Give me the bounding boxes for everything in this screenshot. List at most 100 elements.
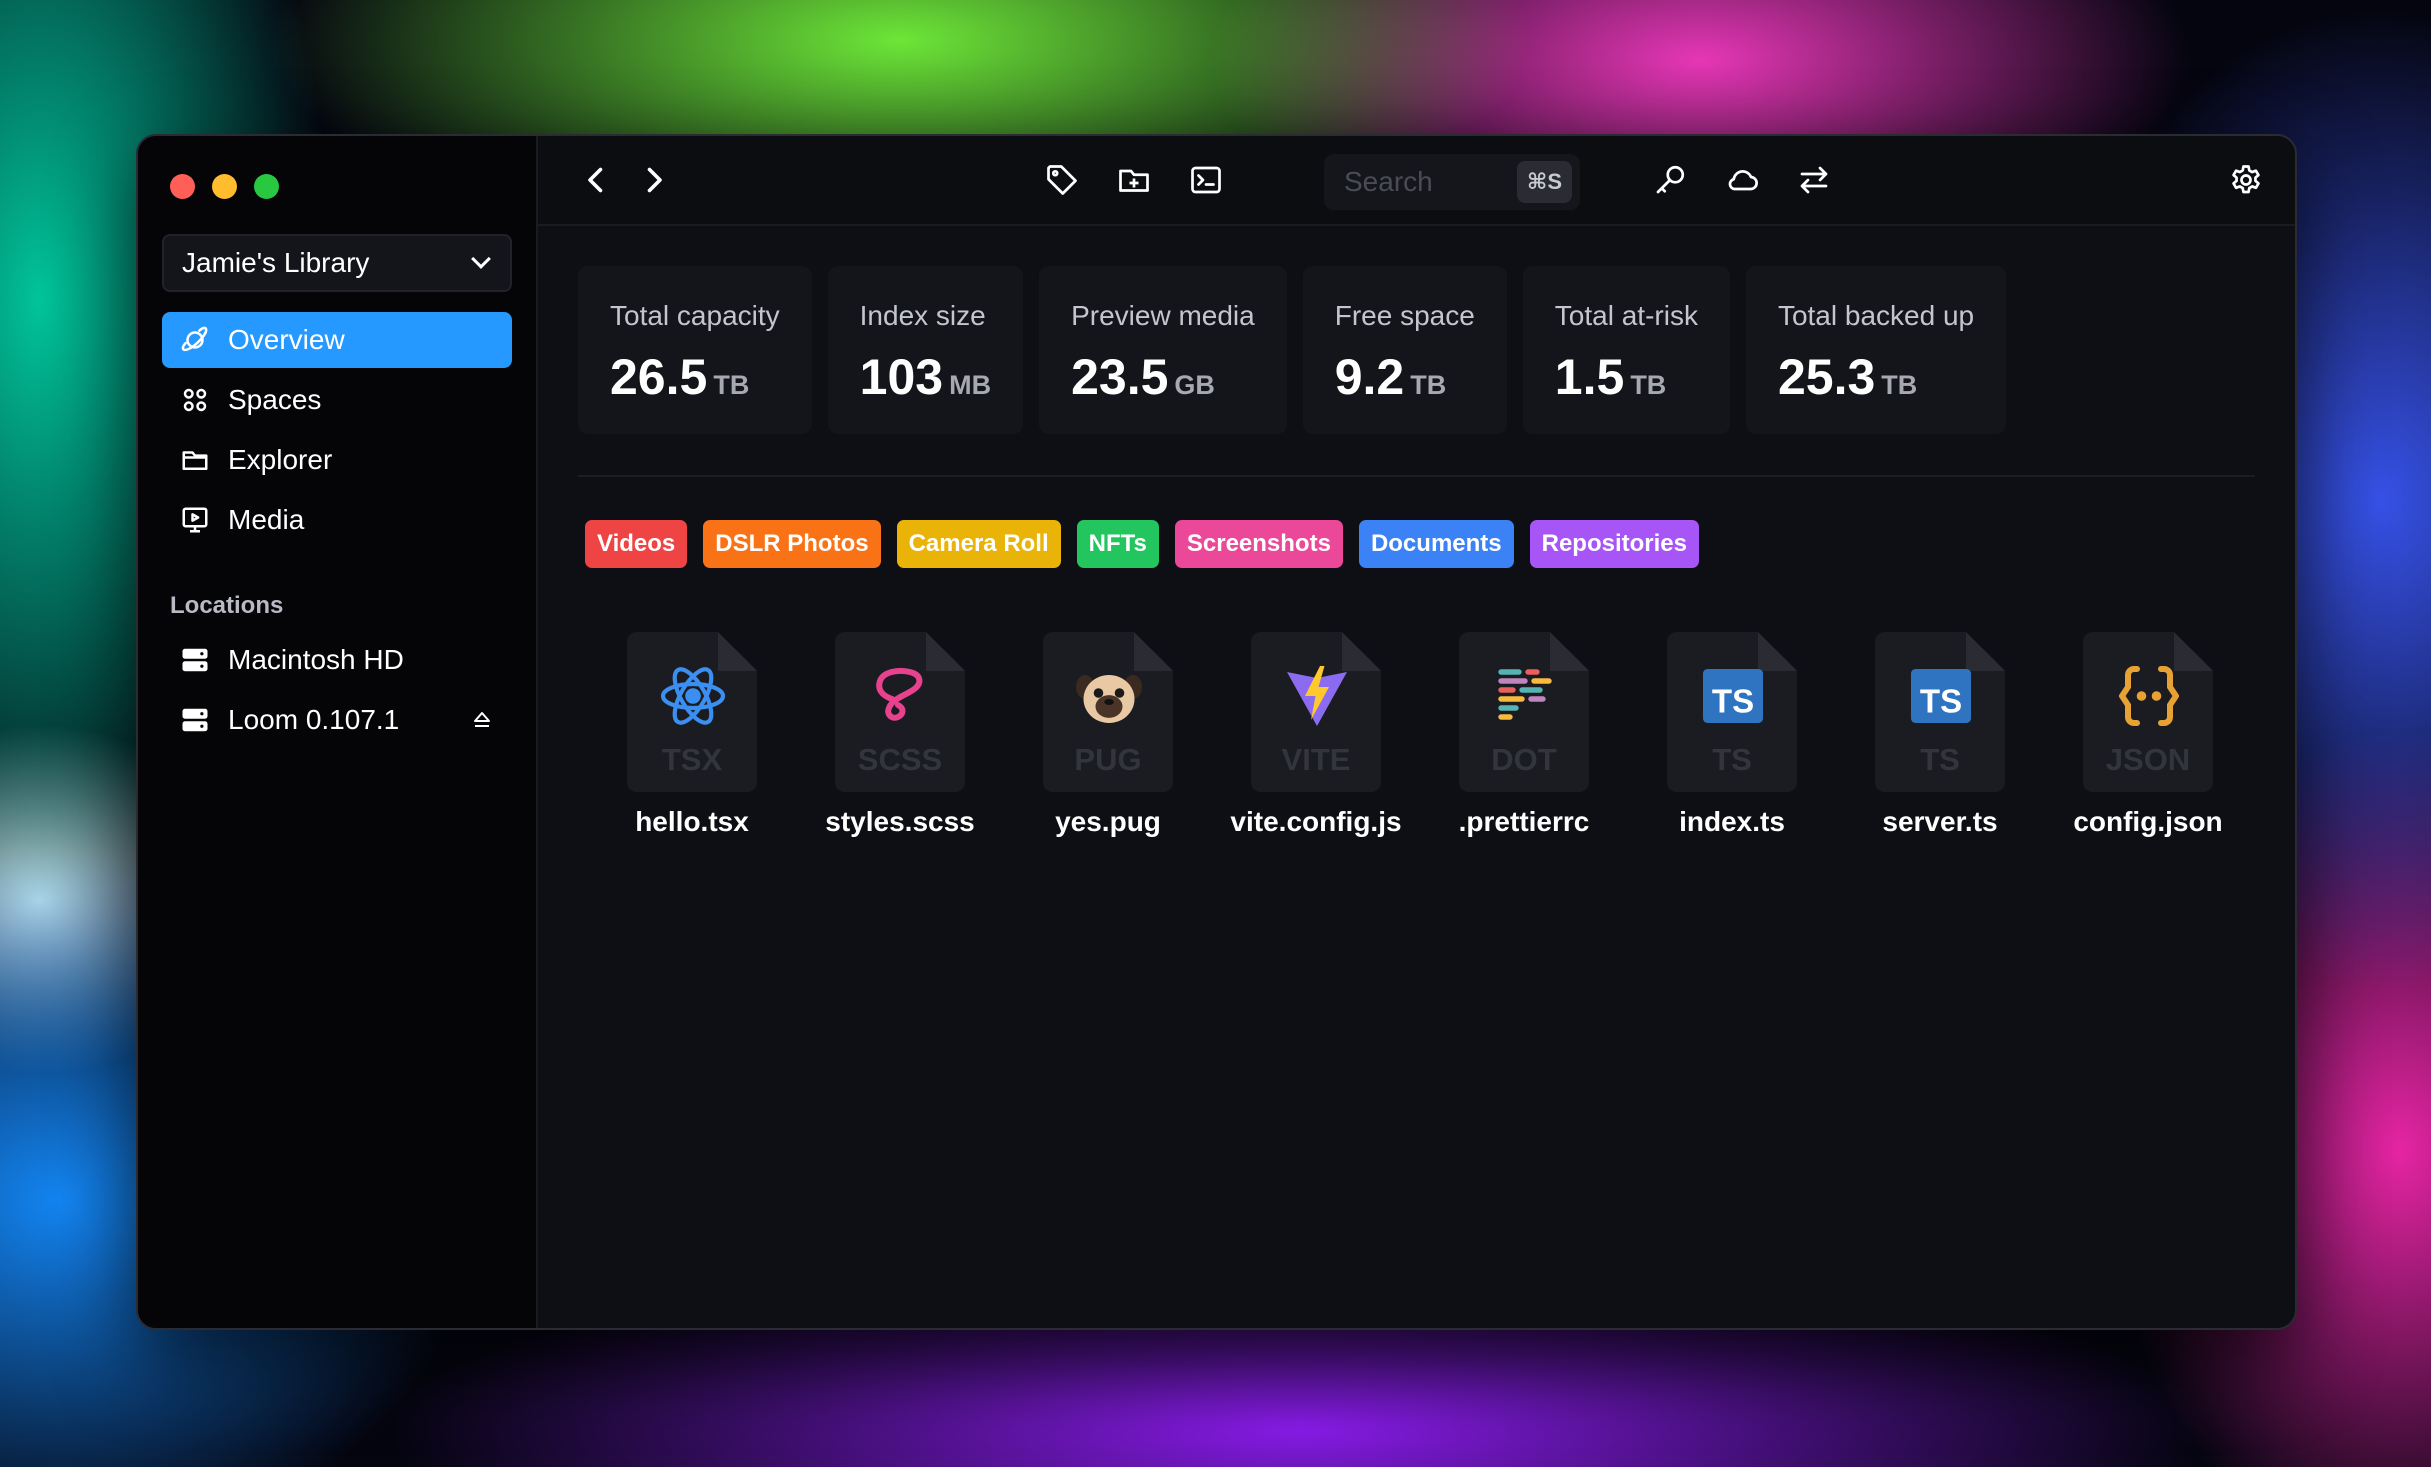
stat-card-total-backed-up: Total backed up 25.3 TB (1745, 266, 2007, 434)
file-ext-label: SCSS (857, 742, 943, 777)
stat-value-wrap: 103 MB (860, 348, 991, 406)
file-ext-label: PUG (1074, 742, 1142, 777)
settings-button[interactable] (2224, 158, 2268, 202)
cloud-icon (1728, 170, 1758, 191)
sidebar-nav: Overview Spaces Explorer Media (162, 312, 512, 552)
drive-icon (182, 708, 208, 732)
pug-icon (1076, 675, 1142, 723)
file-item[interactable]: SCSS styles.scss (796, 632, 1004, 838)
close-window-button[interactable] (170, 174, 195, 199)
stat-value: 23.5 (1071, 349, 1169, 405)
key-button[interactable] (1648, 158, 1692, 202)
file-thumbnail: PUG (1043, 632, 1173, 792)
search-shortcut-badge: ⌘S (1516, 161, 1572, 203)
window-controls (170, 174, 279, 199)
forward-icon (647, 167, 662, 193)
file-name: .prettierrc (1458, 806, 1590, 837)
file-name: server.ts (1882, 806, 1998, 837)
file-thumbnail: JSON (2083, 632, 2213, 792)
forward-button[interactable] (632, 158, 676, 202)
file-thumbnail: TS TS (1875, 632, 2005, 792)
tag-list: Videos DSLR Photos Camera Roll NFTs Scre… (585, 520, 1699, 568)
chevron-down-icon (471, 249, 491, 269)
key-icon (1656, 165, 1685, 194)
minimize-window-button[interactable] (212, 174, 237, 199)
cloud-button[interactable] (1720, 158, 1764, 202)
file-ext-label: VITE (1281, 742, 1351, 777)
file-name: styles.scss (825, 806, 975, 837)
library-name: Jamie's Library (182, 247, 370, 278)
sync-button[interactable] (1792, 158, 1836, 202)
stat-card-index-size: Index size 103 MB (827, 266, 1024, 434)
search-bar[interactable]: ⌘S (1324, 154, 1580, 210)
svg-text:TS: TS (1920, 683, 1962, 720)
tag-camera-roll[interactable]: Camera Roll (896, 520, 1061, 568)
tag-button[interactable] (1040, 158, 1084, 202)
file-item[interactable]: PUG yes.pug (1004, 632, 1212, 838)
tag-dslr-photos[interactable]: DSLR Photos (703, 520, 881, 568)
zoom-window-button[interactable] (254, 174, 279, 199)
location-item-loom[interactable]: Loom 0.107.1 (162, 690, 512, 750)
tag-videos[interactable]: Videos (585, 520, 688, 568)
file-item[interactable]: DOT .prettierrc (1420, 632, 1628, 838)
stat-card-preview-media: Preview media 23.5 GB (1039, 266, 1287, 434)
tag-screenshots[interactable]: Screenshots (1174, 520, 1343, 568)
library-switcher[interactable]: Jamie's Library (162, 234, 512, 292)
sidebar-item-media[interactable]: Media (162, 492, 512, 548)
tag-documents[interactable]: Documents (1358, 520, 1514, 568)
grid-icon (183, 388, 207, 412)
media-icon (182, 507, 208, 533)
stat-unit: TB (1630, 370, 1667, 400)
file-ext-label: TS (1712, 742, 1752, 777)
file-thumbnail: SCSS (835, 632, 965, 792)
main-content: ⌘S Total capacity 26.5TB Index size (538, 136, 2295, 1328)
tag-repositories[interactable]: Repositories (1529, 520, 1699, 568)
file-item[interactable]: TSX hello.tsx (588, 632, 796, 838)
stat-value: 25.3 (1777, 349, 1876, 405)
new-folder-button[interactable] (1112, 158, 1156, 202)
stat-unit: MB (949, 370, 992, 400)
sidebar-item-overview[interactable]: Overview (162, 312, 512, 368)
stat-value-wrap: 23.5 GB (1071, 348, 1255, 406)
file-name: config.json (2073, 806, 2223, 837)
file-item[interactable]: TS TS server.ts (1836, 632, 2044, 838)
terminal-button[interactable] (1184, 158, 1228, 202)
tag-nfts[interactable]: NFTs (1076, 520, 1159, 568)
stat-label: Free space (1334, 300, 1475, 331)
stat-unit: TB (713, 370, 750, 400)
prettier-icon (1498, 669, 1552, 720)
sidebar-item-spaces[interactable]: Spaces (162, 372, 512, 428)
sass-icon (876, 667, 923, 721)
sync-icon (1800, 166, 1828, 194)
file-ext-label: TSX (661, 742, 723, 777)
location-label: Loom 0.107.1 (228, 704, 400, 735)
location-label: Macintosh HD (228, 644, 404, 675)
stat-value: 9.2 (1334, 349, 1405, 405)
file-ext-label: TS (1920, 742, 1960, 777)
file-thumbnail: TS TS (1667, 632, 1797, 792)
stat-label: Preview media (1071, 300, 1255, 331)
sidebar-item-label: Spaces (228, 384, 322, 415)
file-item[interactable]: VITE vite.config.js (1212, 632, 1420, 838)
stat-unit: TB (1881, 370, 1918, 400)
file-item[interactable]: TS TS index.ts (1628, 632, 1836, 838)
stat-value-wrap: 9.2 TB (1335, 348, 1475, 406)
stat-value: 26.5 (610, 349, 708, 405)
locations-heading: Locations (170, 592, 284, 619)
eject-icon[interactable] (470, 708, 494, 732)
sidebar-item-explorer[interactable]: Explorer (162, 432, 512, 488)
stat-value-wrap: 26.5 TB (610, 348, 780, 406)
file-thumbnail: VITE (1251, 632, 1381, 792)
back-button[interactable] (574, 158, 618, 202)
search-input[interactable] (1344, 166, 1504, 198)
vite-icon (1287, 666, 1347, 726)
stat-label: Total backed up (1777, 300, 1975, 331)
location-item-macintosh-hd[interactable]: Macintosh HD (162, 630, 512, 690)
file-grid: TSX hello.tsx SCSS styles.scss PUG yes.p… (588, 632, 2252, 838)
file-item[interactable]: JSON config.json (2044, 632, 2252, 838)
toolbar: ⌘S (538, 136, 2295, 226)
stat-value-wrap: 25.3 TB (1778, 348, 1974, 406)
svg-text:TS: TS (1712, 683, 1754, 720)
file-name: index.ts (1679, 806, 1785, 837)
stat-card-free-space: Free space 9.2 TB (1302, 266, 1507, 434)
